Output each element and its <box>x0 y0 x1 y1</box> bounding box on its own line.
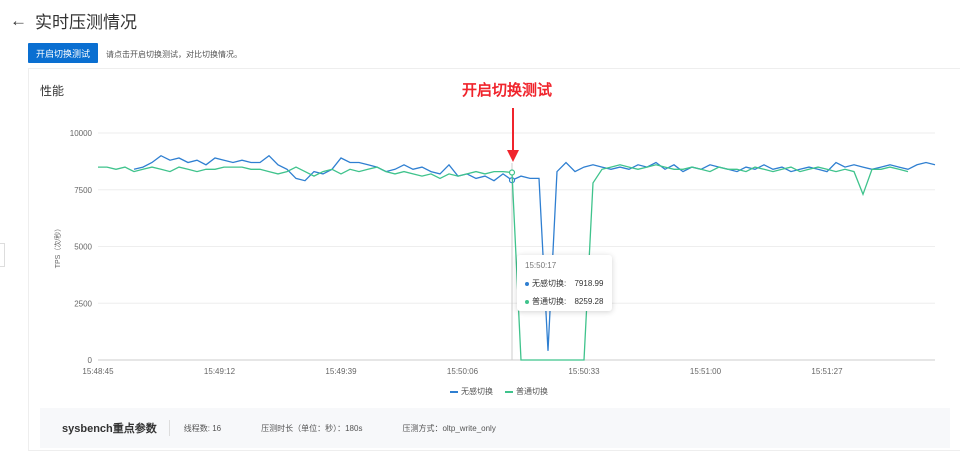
tooltip-label: 普通切换: <box>532 297 567 306</box>
annotation-arrow-icon <box>507 150 519 162</box>
chart-legend: 无感切换 普通切换 <box>450 386 548 397</box>
y-axis-label: TPS（次/秒） <box>53 225 62 269</box>
data-point-highlight <box>508 169 516 176</box>
series-line-normal <box>98 164 909 361</box>
x-tick-label: 15:48:45 <box>82 367 114 376</box>
tooltip-row: 无感切换: 7918.99 <box>525 278 604 289</box>
series-dot-icon <box>525 299 529 304</box>
y-tick-label: 2500 <box>74 299 92 308</box>
params-title: sysbench重点参数 <box>62 420 170 436</box>
legend-label: 普通切换 <box>516 387 548 396</box>
tooltip-time: 15:50:17 <box>525 261 557 270</box>
param-mode: 压测方式：oltp_write_only <box>402 423 496 433</box>
tooltip-label: 无感切换: <box>532 279 567 288</box>
y-tick-label: 7500 <box>74 186 92 195</box>
param-duration: 压测时长（单位：秒）：180s <box>261 423 363 433</box>
x-tick-label: 15:51:00 <box>690 367 722 376</box>
param-threads: 线程数: 16 <box>183 423 222 433</box>
x-tick-label: 15:50:33 <box>568 367 600 376</box>
tooltip-value: 8259.28 <box>574 297 604 306</box>
legend-label: 无感切换 <box>461 387 493 396</box>
x-tick-label: 15:51:27 <box>811 367 843 376</box>
series-line-seamless <box>133 154 936 351</box>
tps-line-chart: 0 2500 5000 7500 10000 15:48:45 15:49:12 15:49:… <box>53 108 936 376</box>
legend-item-normal[interactable]: 普通切换 <box>505 386 548 397</box>
annotation-label: 开启切换测试 <box>462 82 553 99</box>
tooltip-row: 普通切换: 8259.28 <box>525 296 604 307</box>
y-tick-label: 0 <box>88 356 93 365</box>
legend-item-seamless[interactable]: 无感切换 <box>450 386 493 397</box>
series-dot-icon <box>525 281 529 286</box>
x-tick-label: 15:49:12 <box>204 367 236 376</box>
tooltip-value: 7918.99 <box>574 279 604 288</box>
x-tick-label: 15:49:39 <box>325 367 357 376</box>
sysbench-params: sysbench重点参数 线程数: 16 压测时长（单位：秒）：180s 压测方… <box>40 408 950 448</box>
y-tick-label: 10000 <box>70 129 93 138</box>
x-tick-label: 15:50:06 <box>447 367 479 376</box>
chart-tooltip: 15:50:17 无感切换: 7918.99 普通切换: 8259.28 <box>517 255 612 311</box>
y-tick-label: 5000 <box>74 243 92 252</box>
